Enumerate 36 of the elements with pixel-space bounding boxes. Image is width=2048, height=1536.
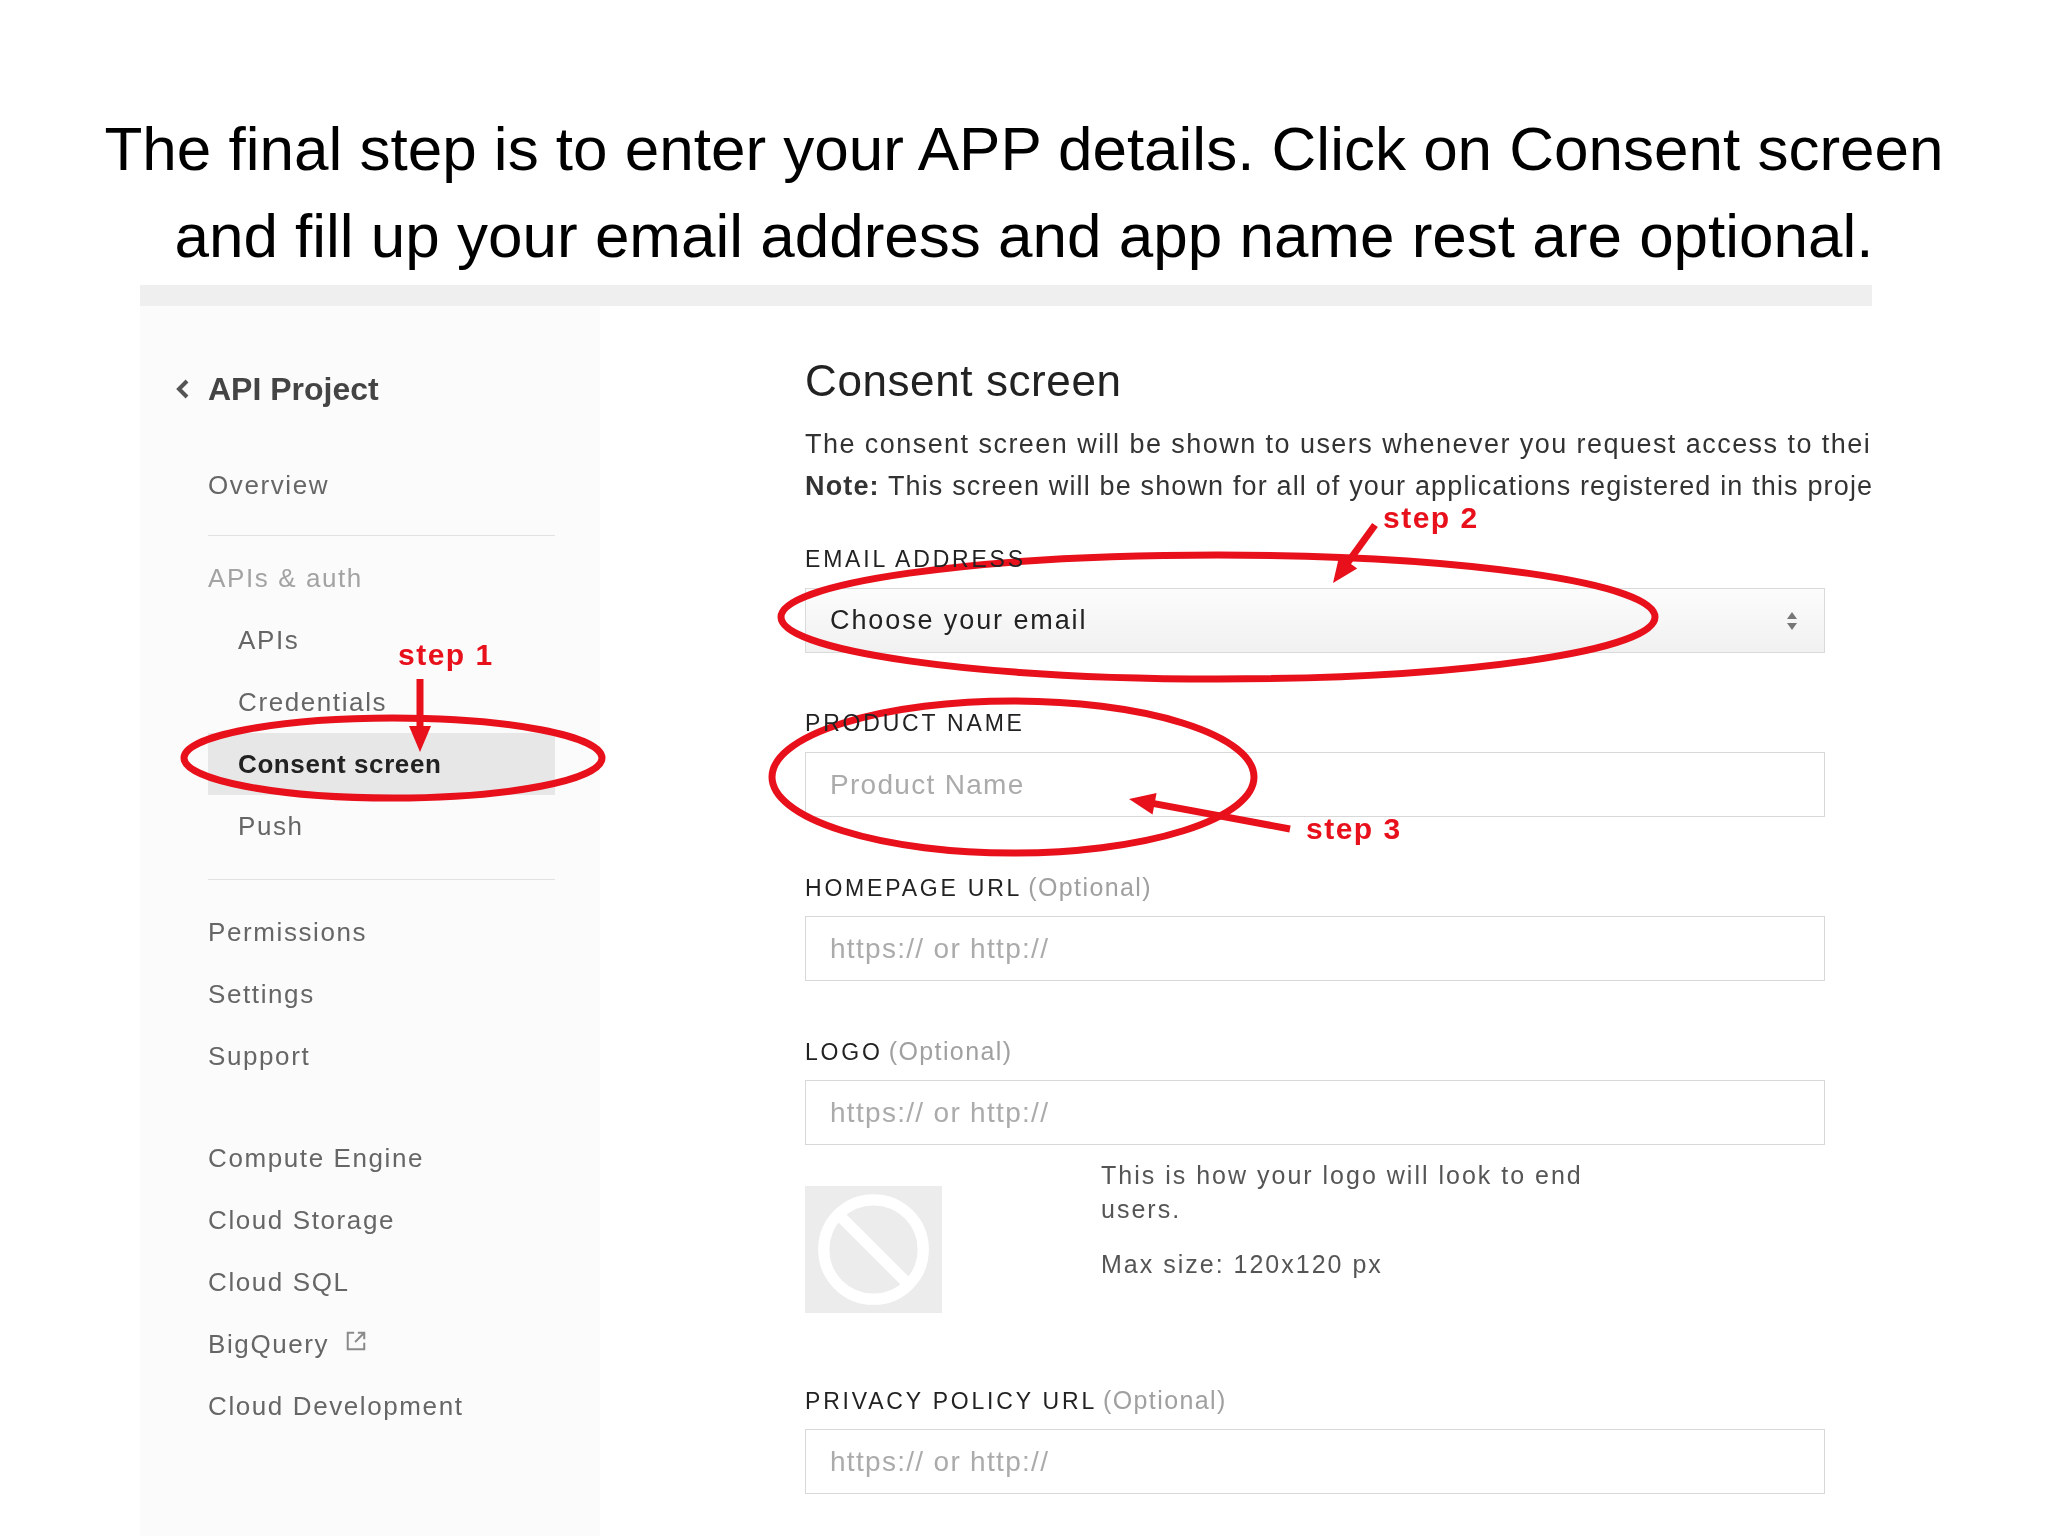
page-heading: Consent screen bbox=[805, 355, 1123, 407]
input-field[interactable]: Product Name bbox=[805, 752, 1825, 817]
step-label: step 2 bbox=[1383, 501, 1479, 536]
sidebar-item[interactable]: Cloud Storage bbox=[208, 1189, 396, 1251]
input-field[interactable]: https:// or http:// bbox=[805, 916, 1825, 981]
sidebar-item[interactable]: BigQuery bbox=[208, 1313, 368, 1375]
arrow bbox=[1333, 522, 1378, 583]
sidebar-item[interactable]: Settings bbox=[208, 963, 315, 1025]
section-heading: APIs & auth bbox=[208, 562, 363, 595]
sidebar-item[interactable]: Consent screen bbox=[208, 733, 555, 795]
sidebar-item[interactable]: Overview bbox=[208, 454, 330, 516]
sidebar-item[interactable]: Push bbox=[238, 795, 304, 857]
max-size-text: Max size: 120x120 px bbox=[1101, 1249, 1384, 1280]
logo-hint-text: This is how your logo will look to end users. bbox=[1101, 1160, 1584, 1225]
sidebar-item[interactable]: Permissions bbox=[208, 901, 368, 963]
optional-hint: (Optional) bbox=[888, 1037, 1013, 1065]
sidebar-item[interactable]: Cloud Development bbox=[208, 1375, 464, 1437]
sidebar-item[interactable]: Credentials bbox=[238, 671, 388, 733]
optional-hint: (Optional) bbox=[1028, 873, 1152, 901]
sidebar-item[interactable]: APIs bbox=[238, 609, 300, 671]
slide-title: The final step is to enter your APP details. Click on Consent screen and fill up your email address and app name rest are optional. bbox=[103, 113, 1945, 272]
sidebar-item[interactable]: Support bbox=[208, 1025, 311, 1087]
field-label: HOMEPAGE URL bbox=[805, 875, 1023, 901]
project-title: API Project bbox=[208, 370, 379, 408]
field-label: LOGO bbox=[805, 1039, 883, 1065]
step-label: step 1 bbox=[398, 637, 494, 673]
input-field[interactable]: https:// or http:// bbox=[805, 1080, 1825, 1145]
optional-hint: (Optional) bbox=[1103, 1386, 1227, 1414]
input-field[interactable]: https:// or http:// bbox=[805, 1429, 1825, 1494]
field-label: PRIVACY POLICY URL bbox=[805, 1388, 1097, 1414]
note-text: Note: This screen will be shown for all of your applications registered in this proje bbox=[805, 470, 1875, 503]
description-text: The consent screen will be shown to users whenever you request access to thei bbox=[805, 428, 1873, 461]
sidebar-item[interactable]: Cloud SQL bbox=[208, 1251, 350, 1313]
chevron-left-icon[interactable] bbox=[176, 379, 190, 399]
email-select[interactable]: Choose your email bbox=[805, 588, 1825, 653]
sidebar-item[interactable]: Compute Engine bbox=[208, 1127, 425, 1189]
